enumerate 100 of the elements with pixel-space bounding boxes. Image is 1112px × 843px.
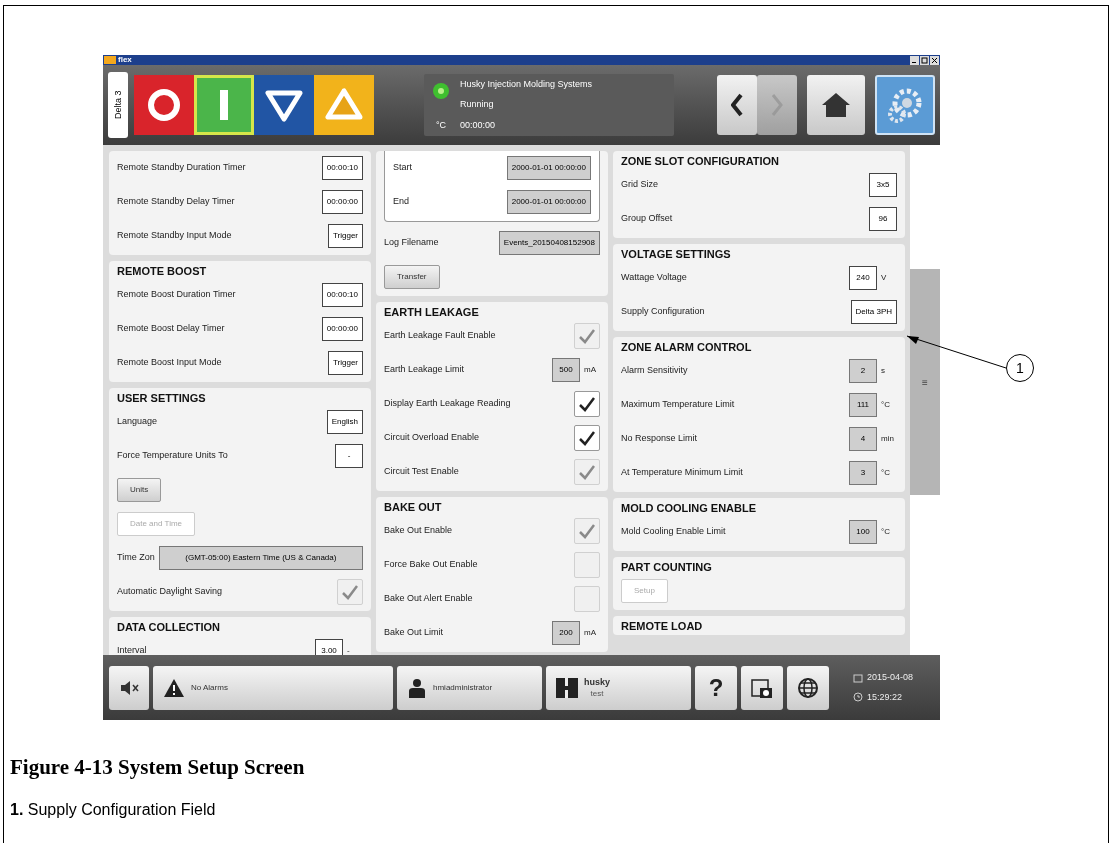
input-field[interactable]: 3.00 bbox=[315, 639, 343, 655]
field-label: Language bbox=[117, 415, 158, 429]
machine-button[interactable]: husky test bbox=[546, 665, 691, 710]
husky-logo-icon bbox=[556, 676, 578, 699]
maximize-icon[interactable] bbox=[920, 55, 929, 65]
input-field[interactable]: 3x5 bbox=[869, 173, 897, 197]
help-button[interactable]: ? bbox=[695, 665, 737, 710]
field-label: Mold Cooling Enable Limit bbox=[621, 525, 726, 539]
field-label: Alarm Sensitivity bbox=[621, 364, 688, 378]
close-icon[interactable] bbox=[930, 55, 939, 65]
minimize-icon[interactable] bbox=[910, 55, 919, 65]
app-logo-icon bbox=[104, 56, 116, 64]
input-field[interactable]: Delta 3PH bbox=[850, 300, 897, 324]
input-field[interactable]: Trigger bbox=[327, 224, 363, 248]
field-label: Interval bbox=[117, 644, 147, 655]
camera-icon bbox=[750, 676, 774, 699]
user-button[interactable]: hmiadministrator bbox=[397, 665, 542, 710]
input-field[interactable]: 111 bbox=[849, 393, 877, 417]
input-field[interactable]: 2000-01-01 00:00:00 bbox=[506, 190, 591, 214]
field-label: Bake Out Limit bbox=[384, 626, 444, 640]
section-title: USER SETTINGS bbox=[116, 391, 207, 405]
field-label: Earth Leakage Limit bbox=[384, 363, 465, 377]
screenshot-button[interactable] bbox=[741, 665, 783, 710]
input-field[interactable]: English bbox=[326, 410, 363, 434]
action-button[interactable]: Transfer bbox=[384, 265, 440, 289]
field-label: Wattage Voltage bbox=[621, 271, 687, 285]
scrollbar-thumb[interactable]: ≡ bbox=[910, 269, 940, 495]
input-field[interactable]: 2000-01-01 00:00:00 bbox=[506, 156, 591, 180]
input-field[interactable]: 00:00:00 bbox=[321, 190, 363, 214]
input-field[interactable]: 00:00:00 bbox=[321, 317, 363, 341]
input-field[interactable]: 00:00:10 bbox=[321, 283, 363, 307]
section-title: REMOTE BOOST bbox=[116, 264, 208, 278]
field-label: Time Zon bbox=[117, 551, 155, 565]
unit-label: V bbox=[881, 272, 888, 284]
language-button[interactable] bbox=[787, 665, 829, 710]
input-field[interactable]: 200 bbox=[552, 621, 580, 645]
back-button[interactable] bbox=[717, 75, 757, 135]
unit-label: s bbox=[881, 365, 886, 377]
checkbox[interactable] bbox=[574, 425, 600, 451]
field-label: Maximum Temperature Limit bbox=[621, 398, 735, 412]
settings-button[interactable] bbox=[875, 75, 935, 135]
company-name: Husky Injection Molding Systems bbox=[460, 78, 593, 91]
input-field[interactable]: 00:00:10 bbox=[321, 156, 363, 180]
check-icon bbox=[577, 327, 597, 345]
input-field[interactable]: Trigger bbox=[327, 351, 363, 375]
temperature-unit: °C bbox=[435, 118, 447, 132]
field-label: Remote Boost Duration Timer bbox=[117, 288, 236, 302]
field-label: End bbox=[393, 195, 409, 209]
check-icon bbox=[577, 463, 597, 481]
checkbox-label: Bake Out Alert Enable bbox=[384, 592, 473, 606]
stop-mode-button[interactable] bbox=[134, 75, 194, 135]
input-field[interactable]: (GMT-05:00) Eastern Time (US & Canada) bbox=[158, 546, 363, 570]
check-icon bbox=[577, 522, 597, 540]
checkbox[interactable] bbox=[574, 391, 600, 417]
checkbox-label: Circuit Overload Enable bbox=[384, 431, 480, 445]
input-field[interactable]: 500 bbox=[552, 358, 580, 382]
section-title: ZONE ALARM CONTROL bbox=[620, 340, 753, 354]
caption-legend: 1. Supply Configuration Field bbox=[10, 797, 1112, 822]
date-text: 2015-04-08 bbox=[867, 671, 914, 684]
input-field[interactable]: Events_20150408152908 bbox=[498, 231, 600, 255]
machine-state: Running bbox=[460, 98, 495, 112]
input-field[interactable]: 2 bbox=[849, 359, 877, 383]
calendar-icon bbox=[853, 672, 863, 683]
input-field[interactable]: 4 bbox=[849, 427, 877, 451]
figure-caption: Figure 4-13 System Setup Screen bbox=[10, 754, 306, 781]
action-button[interactable]: Units bbox=[117, 478, 162, 502]
section-title: EARTH LEAKAGE bbox=[383, 305, 480, 319]
start-mode-button[interactable] bbox=[194, 75, 254, 135]
lower-mode-button[interactable] bbox=[254, 75, 314, 135]
input-field[interactable]: - bbox=[335, 444, 363, 468]
checkbox-label: Bake Out Enable bbox=[384, 524, 453, 538]
input-field[interactable]: 3 bbox=[849, 461, 877, 485]
input-field[interactable]: 100 bbox=[849, 520, 877, 544]
check-icon bbox=[577, 429, 597, 447]
unit-label: - bbox=[347, 645, 351, 655]
back-icon bbox=[731, 93, 743, 117]
input-field[interactable]: 96 bbox=[869, 207, 897, 231]
checkbox-label: Automatic Daylight Saving bbox=[117, 585, 223, 599]
field-label: Supply Configuration bbox=[621, 305, 705, 319]
field-label: Remote Standby Delay Timer bbox=[117, 195, 235, 209]
home-button[interactable] bbox=[807, 75, 865, 135]
cycle-time: 00:00:00 bbox=[460, 118, 497, 132]
check-icon bbox=[577, 395, 597, 413]
time-text: 15:29:22 bbox=[867, 690, 903, 704]
section-title: PART COUNTING bbox=[620, 560, 713, 574]
input-field[interactable]: 240 bbox=[849, 266, 877, 290]
mute-button[interactable] bbox=[109, 665, 149, 710]
check-icon bbox=[340, 583, 360, 601]
unit-label: °C bbox=[881, 526, 891, 538]
forward-icon bbox=[771, 93, 783, 117]
scrollbar-track[interactable]: ≡ bbox=[910, 145, 940, 655]
field-label: Remote Standby Input Mode bbox=[117, 229, 232, 243]
section-title: MOLD COOLING ENABLE bbox=[620, 501, 758, 515]
alarms-button[interactable]: No Alarms bbox=[153, 665, 393, 710]
section-title: DATA COLLECTION bbox=[116, 620, 222, 634]
callout-number: 1 bbox=[1006, 354, 1034, 382]
machine-tab[interactable]: Delta 3 bbox=[108, 72, 128, 138]
section-title: BAKE OUT bbox=[383, 500, 443, 514]
checkbox-label: Force Bake Out Enable bbox=[384, 558, 478, 572]
section-title: REMOTE LOAD bbox=[620, 619, 704, 633]
